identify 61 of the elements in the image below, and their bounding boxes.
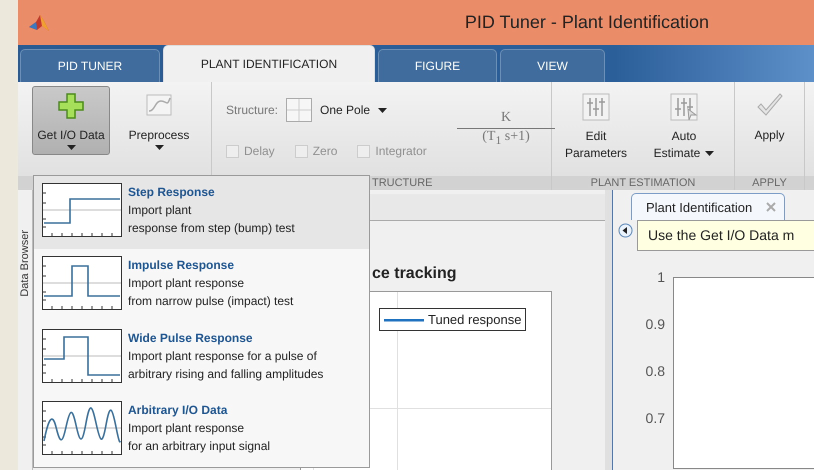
logo-icon	[28, 12, 50, 32]
menu-item-title: Step Response	[128, 184, 216, 201]
axis-tick-label: 0.8	[646, 363, 665, 379]
wide-pulse-signal-icon	[42, 328, 122, 382]
section-label: APPLY	[752, 177, 787, 189]
step-signal-icon	[42, 183, 122, 237]
checkbox-label: Integrator	[375, 144, 427, 158]
axis-tick-label: 0.9	[646, 316, 665, 332]
caret-icon	[705, 151, 714, 156]
menu-item-description: Import plant response	[128, 420, 246, 438]
plus-icon	[58, 93, 84, 119]
document-tab[interactable]: Plant Identification	[631, 193, 786, 220]
formula-denominator: (T$_{1}$ s+1)	[482, 129, 530, 147]
figure-title: ce tracking	[372, 265, 456, 283]
menu-item-description: response from step (bump) test	[128, 220, 295, 237]
grid-icon	[286, 98, 312, 122]
checkbox-label: Delay	[244, 144, 275, 158]
sliders-icon	[670, 93, 698, 121]
menu-item-description: arbitrary rising and falling amplitudes	[128, 366, 324, 382]
menu-item-title: Impulse Response	[128, 256, 236, 274]
get-data-button[interactable]: Get I/O Data	[32, 86, 110, 155]
menu-item[interactable]: Step Response Import plant response from step (bump) test	[34, 176, 369, 249]
structure-dropdown[interactable]: One Pole	[320, 103, 388, 117]
line-sample-icon	[384, 318, 424, 322]
menu-item-description: Import plant response	[128, 274, 246, 292]
menu-item[interactable]: Impulse Response Import plant response from narrow pulse (impact) test	[34, 248, 369, 322]
wave-signal-icon	[42, 401, 122, 456]
structure-label: Structure:	[226, 103, 278, 117]
ribbon-tab[interactable]: FIGURE	[378, 49, 497, 82]
edit-parameters-button[interactable]: Edit Parameters	[558, 86, 634, 167]
section-label: PLANT ESTIMATION	[590, 177, 696, 189]
menu-item-title: Wide Pulse Response	[128, 330, 254, 346]
close-icon[interactable]	[766, 202, 776, 212]
menu-item[interactable]: Wide Pulse Response Import plant response for a pulse of arbitrary rising and falling amplitudes	[34, 322, 369, 394]
section-label: TRUCTURE	[372, 177, 432, 189]
splitter-bar[interactable]	[605, 190, 612, 470]
caret-icon	[66, 145, 76, 150]
auto-estimate-button[interactable]: Auto Estimate	[642, 86, 726, 167]
menu-item-title: Arbitrary I/O Data	[128, 402, 228, 420]
menu-item-description: from narrow pulse (impact) test	[128, 292, 294, 310]
menu-item-description: for an arbitrary input signal	[128, 438, 270, 456]
ribbon-tab[interactable]: VIEW	[500, 49, 605, 82]
sliders-icon	[582, 93, 610, 121]
axis-tick-label: 0.7	[646, 410, 665, 426]
checkbox-label: Zero	[312, 144, 338, 158]
menu-item[interactable]: Arbitrary I/O Data Import plant response for an arbitrary input signal	[34, 394, 369, 467]
preprocess-button[interactable]: Preprocess	[115, 86, 203, 155]
pulse-signal-icon	[42, 256, 122, 310]
menu-item-description: Import plant response for a pulse of	[128, 348, 318, 364]
info-banner: Use the Get I/O Data m	[637, 220, 814, 251]
window-title: PID Tuner - Plant Identification	[464, 12, 710, 33]
caret-icon	[378, 108, 388, 112]
formula-numerator: K	[457, 110, 555, 129]
legend-label: Tuned response	[428, 312, 522, 327]
side-tab[interactable]: Data Browser	[19, 230, 31, 297]
apply-button[interactable]: Apply	[740, 86, 800, 147]
axis-tick-label: 1	[657, 269, 665, 285]
menu-item-description: Import plant	[128, 202, 192, 219]
caret-icon	[154, 145, 164, 150]
ribbon-tab[interactable]: PLANT IDENTIFICATION	[163, 45, 375, 82]
ribbon-tab[interactable]: PID TUNER	[20, 49, 160, 82]
